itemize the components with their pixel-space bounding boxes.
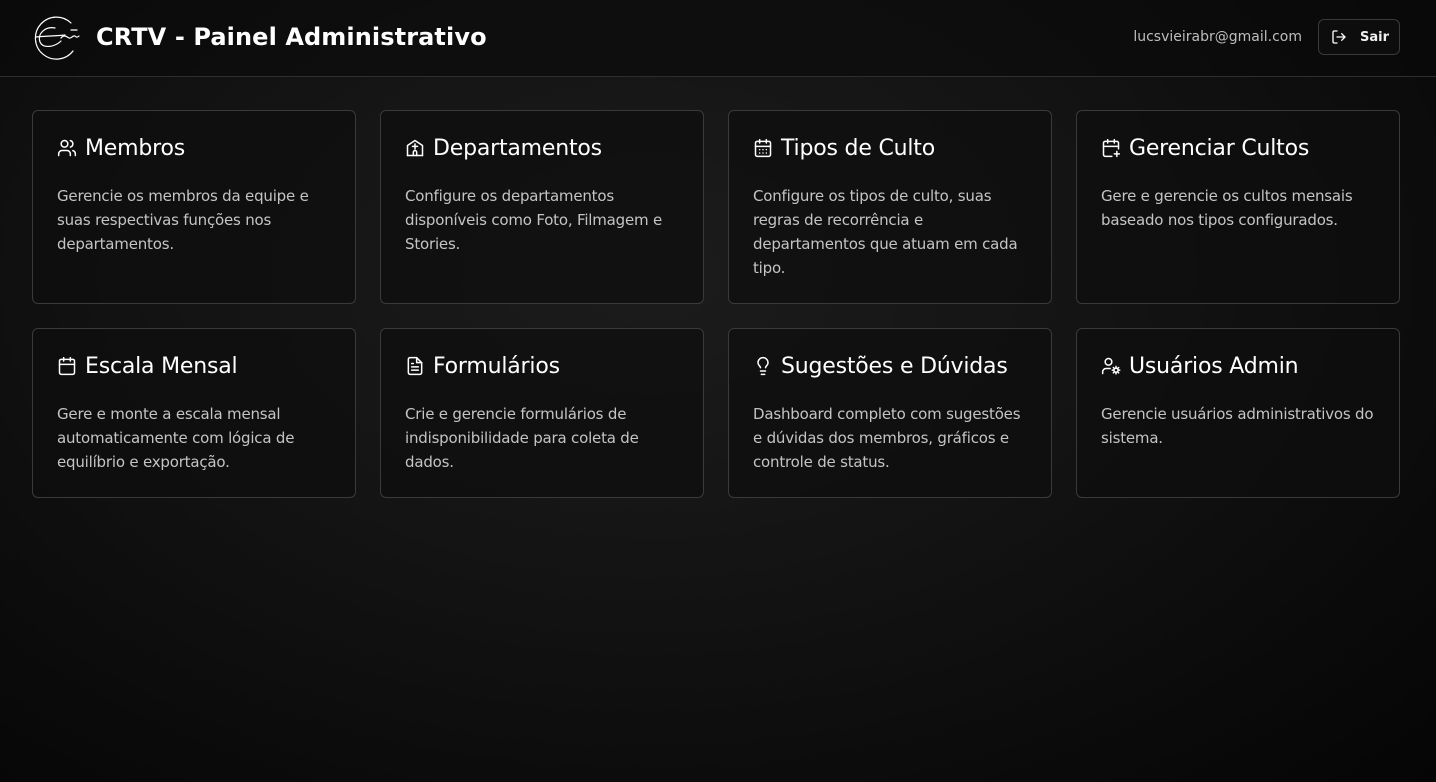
card-description: Dashboard completo com sugestões e dúvid… [753,405,1021,471]
card-title: Gerenciar Cultos [1129,135,1310,161]
page-title: CRTV - Painel Administrativo [96,23,487,51]
card-tipos-de-culto[interactable]: Tipos de Culto Configure os tipos de cul… [728,110,1052,304]
card-description: Configure os tipos de culto, suas regras… [753,187,1018,277]
card-description: Gerencie usuários administrativos do sis… [1101,405,1374,447]
card-membros[interactable]: Membros Gerencie os membros da equipe e … [32,110,356,304]
card-gerenciar-cultos[interactable]: Gerenciar Cultos Gere e gerencie os cult… [1076,110,1400,304]
card-departamentos[interactable]: Departamentos Configure os departamentos… [380,110,704,304]
admin-menu-grid: Membros Gerencie os membros da equipe e … [32,110,1400,498]
card-usuarios-admin[interactable]: Usuários Admin Gerencie usuários adminis… [1076,328,1400,498]
card-description: Gere e gerencie os cultos mensais basead… [1101,187,1353,229]
users-icon [57,139,77,157]
log-out-icon [1332,30,1346,44]
logout-button[interactable]: Sair [1318,19,1400,55]
card-title: Usuários Admin [1129,353,1299,379]
user-email: lucsvieirabr@gmail.com [1133,29,1302,45]
calendar-days-icon [754,138,772,158]
calendar-plus-icon [1102,138,1121,158]
crtv-logo[interactable] [31,14,81,60]
lightbulb-icon [757,356,769,376]
card-description: Configure os departamentos disponíveis c… [405,187,663,253]
user-cog-icon [1101,357,1121,375]
calendar-icon [58,356,76,376]
card-description: Gerencie os membros da equipe e suas res… [57,187,309,253]
card-title: Sugestões e Dúvidas [781,353,1008,379]
card-title: Tipos de Culto [781,135,935,161]
card-formularios[interactable]: Formulários Crie e gerencie formulários … [380,328,704,498]
card-title: Membros [85,135,185,161]
building-icon [406,139,424,157]
card-description: Gere e monte a escala mensal automaticam… [57,405,295,471]
card-description: Crie e gerencie formulários de indisponi… [405,405,639,471]
logout-label: Sair [1360,29,1390,45]
top-header: CRTV - Painel Administrativo lucsvieirab… [0,0,1436,77]
card-title: Departamentos [433,135,602,161]
card-title: Formulários [433,353,560,379]
card-escala-mensal[interactable]: Escala Mensal Gere e monte a escala mens… [32,328,356,498]
card-sugestoes-e-duvidas[interactable]: Sugestões e Dúvidas Dashboard completo c… [728,328,1052,498]
file-text-icon [407,356,423,376]
card-title: Escala Mensal [85,353,238,379]
